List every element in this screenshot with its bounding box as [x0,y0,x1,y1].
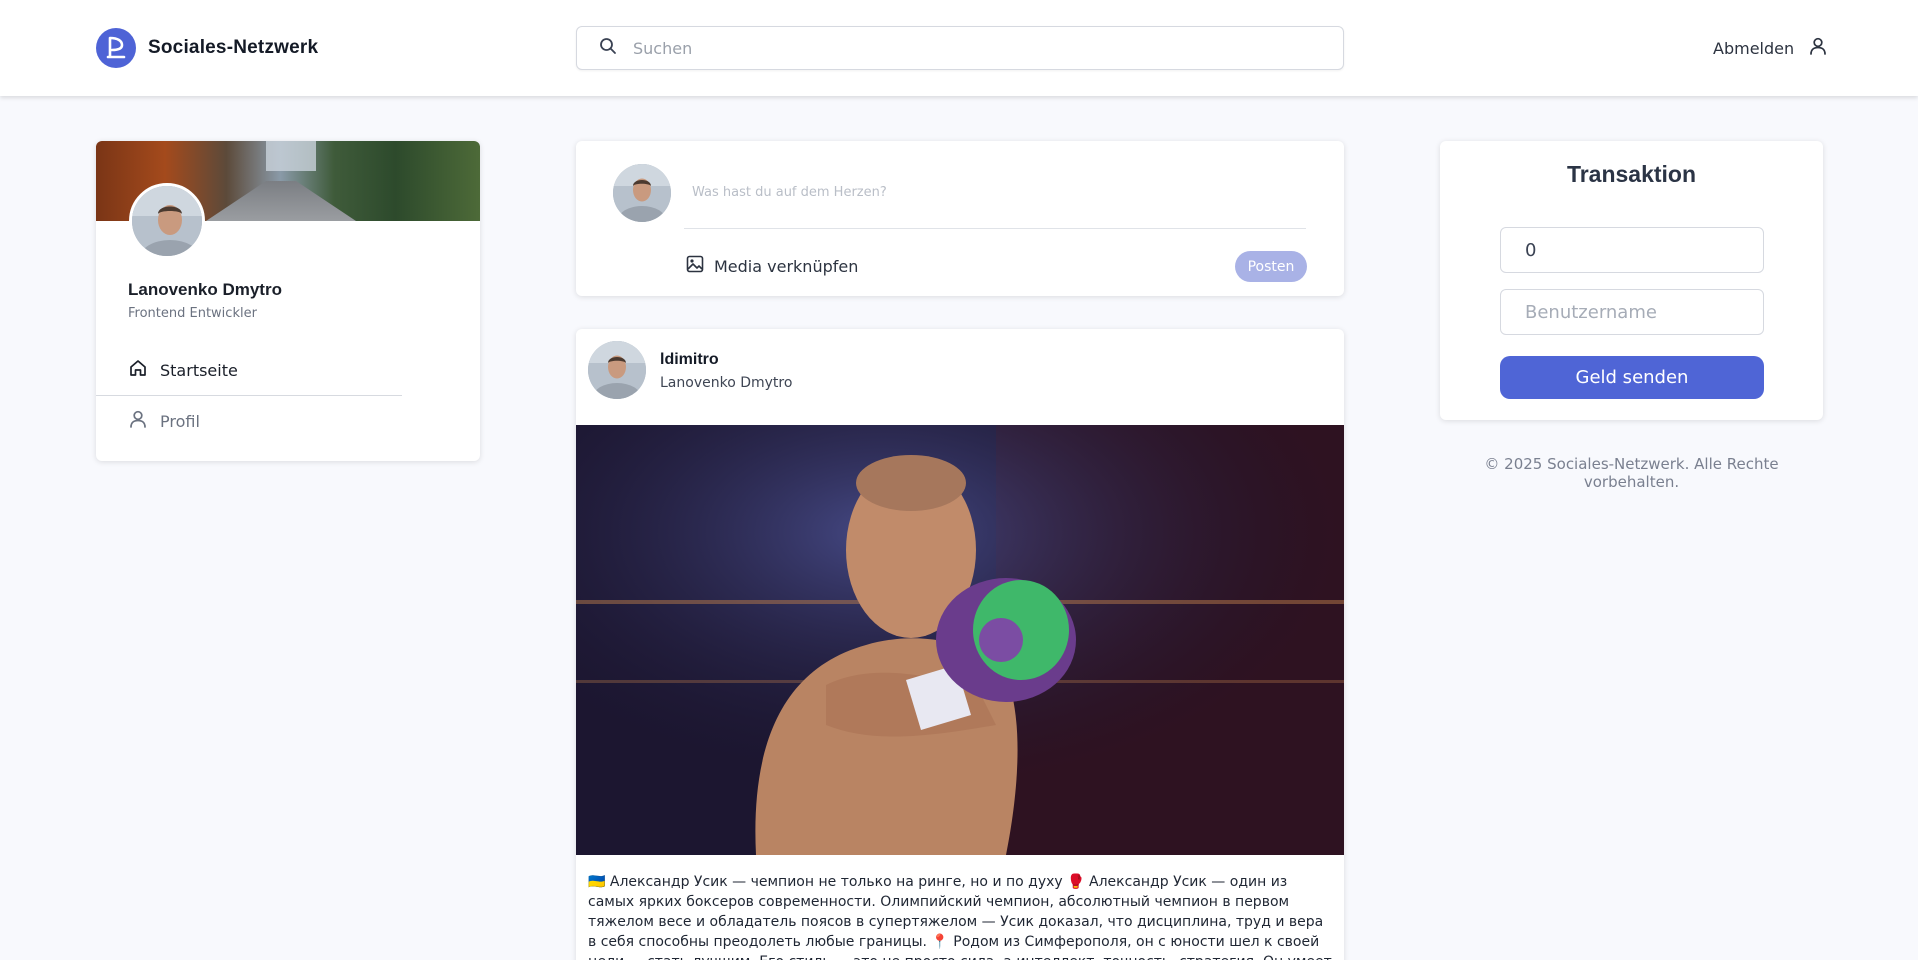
post-text: 🇺🇦 Александр Усик — чемпион не только на… [588,874,1332,960]
profile-card: Lanovenko Dmytro Frontend Entwickler Sta… [96,141,480,461]
search-bar[interactable] [576,26,1344,70]
send-money-button[interactable]: Geld senden [1500,356,1764,399]
transaction-title: Transaktion [1566,161,1697,187]
nav-item-label: Profil [160,411,200,431]
transaction-card: Transaktion Geld senden [1440,141,1823,420]
brand-name: Sociales-Netzwerk [148,37,319,58]
home-icon [128,358,148,382]
post-button[interactable]: Posten [1235,251,1307,282]
post-author-name: Lanovenko Dmytro [660,375,793,391]
attach-media-label: Media verknüpfen [714,256,859,276]
nav-divider [96,395,402,396]
logout-label: Abmelden [1713,38,1795,58]
composer-divider [684,228,1306,229]
amount-input[interactable] [1500,227,1764,273]
search-icon [599,37,617,59]
nav-item-home[interactable]: Startseite [128,358,238,382]
composer-input[interactable] [692,185,1292,200]
logout-button[interactable]: Abmelden [1713,36,1828,60]
user-icon [1808,36,1828,60]
attach-media-button[interactable]: Media verknüpfen [686,255,858,277]
image-icon [686,255,704,277]
profile-name: Lanovenko Dmytro [128,280,282,299]
profile-role: Frontend Entwickler [128,306,257,321]
user-icon [128,409,148,433]
post-composer: Media verknüpfen Posten [576,141,1344,296]
composer-avatar [613,164,671,222]
copyright-notice: © 2025 Sociales-Netzwerk. Alle Rechte vo… [1484,455,1779,491]
brand-logo[interactable]: Sociales-Netzwerk [96,28,318,68]
post-username[interactable]: ldimitro [660,351,719,369]
logo-icon [96,28,136,68]
post-image[interactable] [576,425,1344,855]
post-author-avatar[interactable] [588,341,646,399]
profile-avatar[interactable] [129,183,205,259]
search-input[interactable] [633,38,1313,58]
recipient-username-input[interactable] [1500,289,1764,335]
top-header: Sociales-Netzwerk Abmelden [0,0,1918,96]
feed-post: ldimitro Lanovenko Dmytro 🇺🇦 Александр У… [576,329,1344,960]
nav-item-profile[interactable]: Profil [128,409,200,433]
nav-item-label: Startseite [160,360,238,380]
